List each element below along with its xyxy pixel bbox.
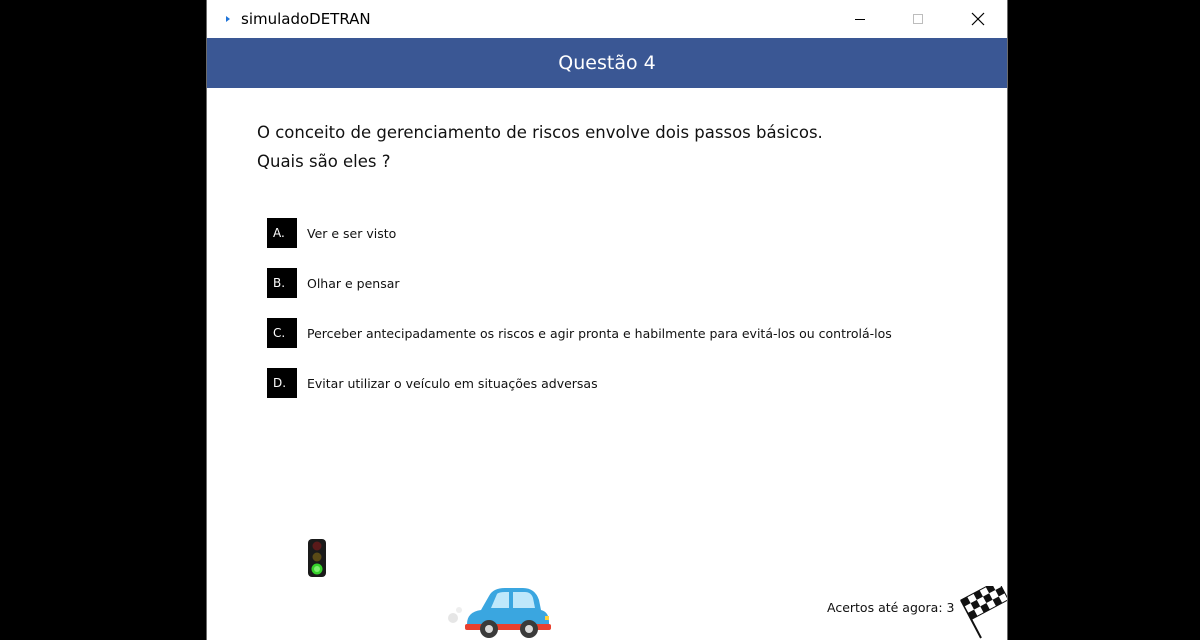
title-bar[interactable]: simuladoDETRAN (207, 0, 1007, 38)
option-a[interactable]: A. Ver e ser visto (267, 218, 396, 248)
score-label: Acertos até agora: 3 (827, 600, 955, 615)
car-icon (448, 588, 551, 638)
question-header: Questão 4 (207, 38, 1007, 88)
close-button[interactable] (949, 0, 1007, 38)
question-text-line-2: Quais são eles ? (257, 152, 391, 171)
option-letter: B. (267, 268, 297, 298)
minimize-icon (855, 19, 865, 20)
option-letter: C. (267, 318, 297, 348)
option-text: Olhar e pensar (307, 275, 400, 291)
traffic-light-icon (308, 539, 326, 577)
option-text: Ver e ser visto (307, 225, 397, 241)
option-text: Perceber antecipadamente os riscos e agi… (307, 325, 892, 341)
question-text-line-1: O conceito de gerenciamento de riscos en… (257, 123, 823, 142)
option-letter: A. (267, 218, 297, 248)
window-title: simuladoDETRAN (241, 10, 371, 28)
app-icon (226, 16, 230, 22)
question-text: O conceito de gerenciamento de riscos en… (257, 118, 957, 176)
maximize-button[interactable] (889, 0, 947, 38)
option-text: Evitar utilizar o veículo em situações a… (307, 375, 598, 391)
option-d[interactable]: D. Evitar utilizar o veículo em situaçõe… (267, 368, 598, 398)
minimize-button[interactable] (831, 0, 889, 38)
close-icon (971, 12, 985, 26)
checkered-flag-icon (960, 586, 1007, 639)
app-window: simuladoDETRAN Questão 4 O conceito de g… (206, 0, 1008, 640)
option-b[interactable]: B. Olhar e pensar (267, 268, 400, 298)
option-c[interactable]: C. Perceber antecipadamente os riscos e … (267, 318, 892, 348)
maximize-icon (913, 14, 923, 24)
option-letter: D. (267, 368, 297, 398)
question-number: Questão 4 (558, 52, 656, 74)
